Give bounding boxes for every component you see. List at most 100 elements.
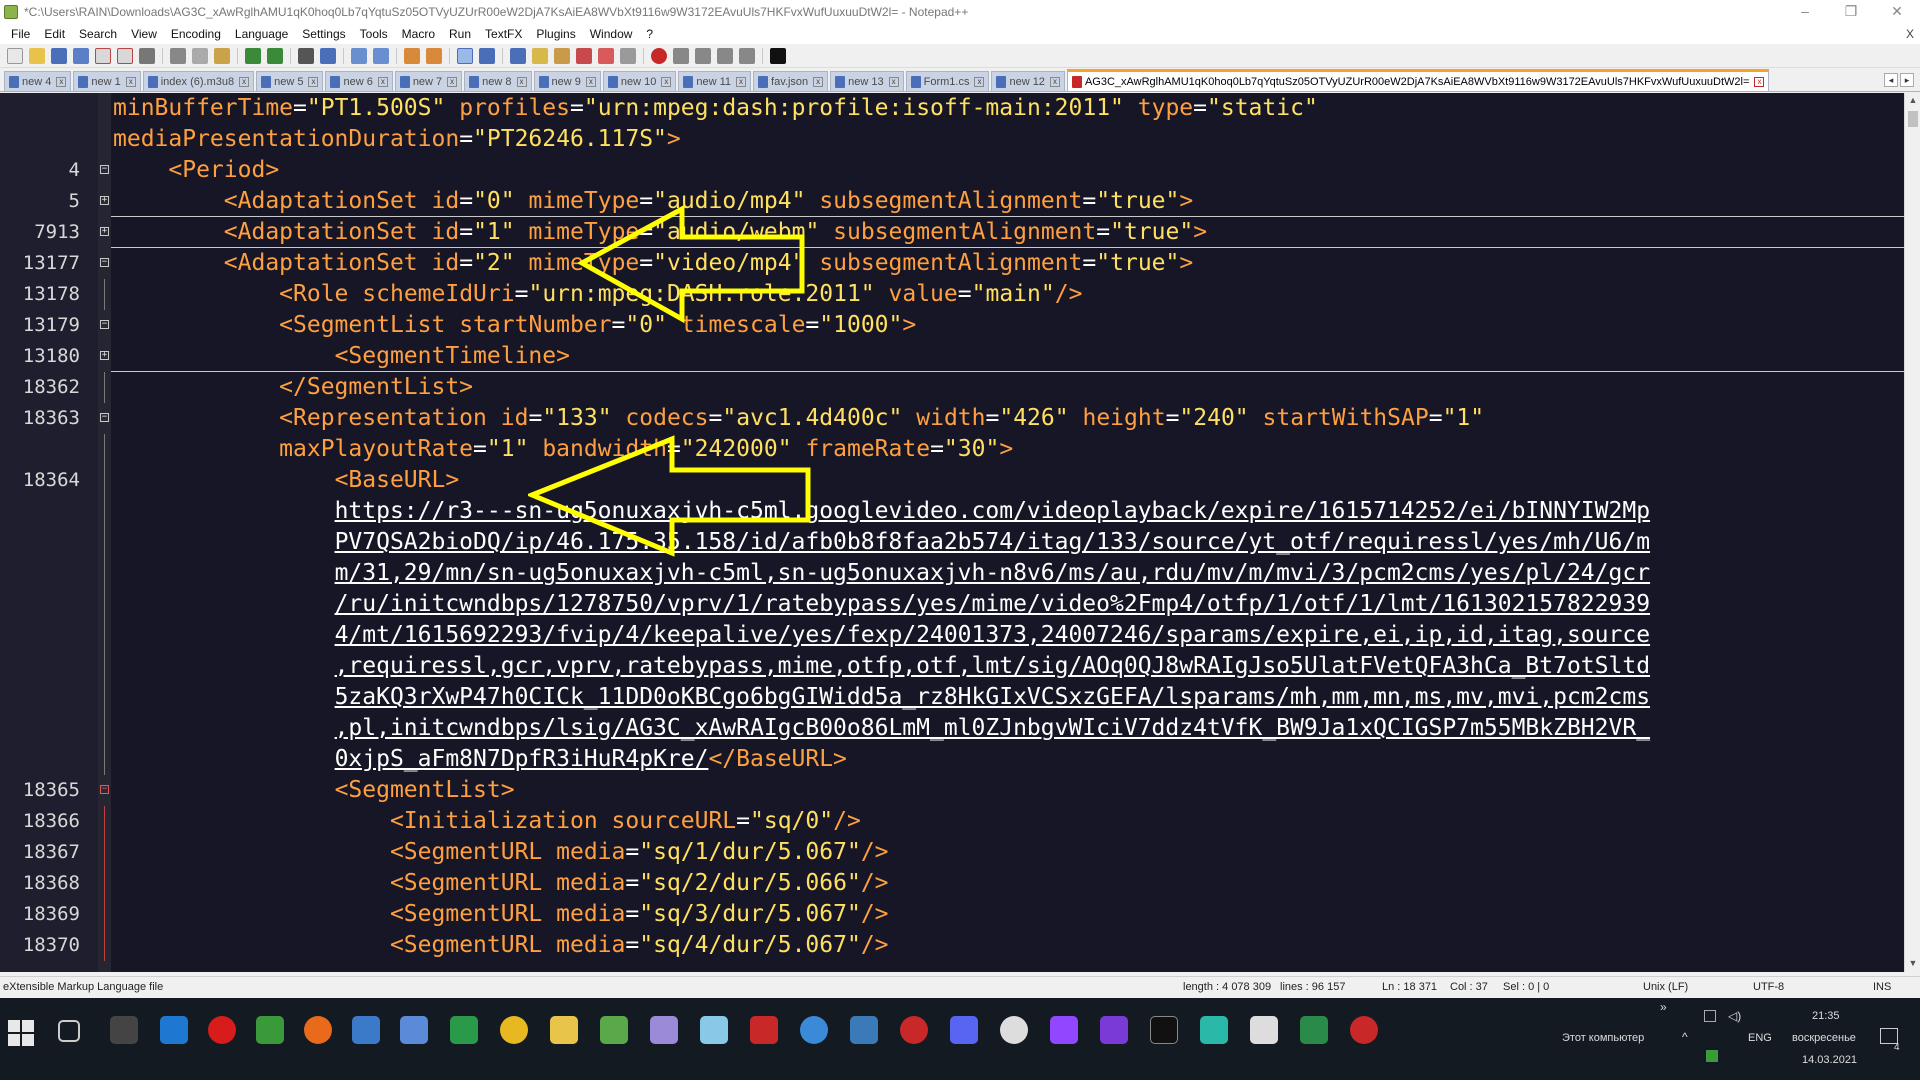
status-eol[interactable]: Unix (LF) xyxy=(1643,981,1688,993)
code-line[interactable]: https://r3---sn-ug5onuxaxjvh-c5ml.google… xyxy=(0,496,1904,527)
new-file-icon[interactable] xyxy=(7,47,23,64)
code-text[interactable]: <AdaptationSet id="0" mimeType="audio/mp… xyxy=(113,186,1193,217)
copy-icon[interactable] xyxy=(192,47,208,64)
code-line[interactable]: ,pl,initcwndbps/lsig/AG3C_xAwRAIgcB00o86… xyxy=(0,713,1904,744)
tab-new-4[interactable]: new 4 x xyxy=(4,71,72,91)
tab-close-icon[interactable]: x xyxy=(888,76,899,87)
terminal-icon[interactable] xyxy=(1150,1016,1178,1044)
close-file-icon[interactable] xyxy=(95,47,111,64)
code-line[interactable]: 18362 </SegmentList> xyxy=(0,372,1904,403)
code-text[interactable]: <Period> xyxy=(113,155,279,186)
tab-new-7[interactable]: new 7 x xyxy=(394,71,463,91)
tab-close-icon[interactable]: x xyxy=(813,76,824,87)
fold-collapse-icon[interactable]: − xyxy=(100,320,109,329)
code-text[interactable]: mediaPresentationDuration="PT26246.117S"… xyxy=(113,124,681,155)
code-text[interactable]: ,requiressl,gcr,vprv,ratebypass,mime,otf… xyxy=(113,651,1650,682)
media-app-icon[interactable] xyxy=(450,1016,478,1044)
code-text[interactable]: minBufferTime="PT1.500S" profiles="urn:m… xyxy=(113,93,1318,124)
close-button[interactable]: ✕ xyxy=(1874,0,1920,24)
code-line[interactable]: 18367 <SegmentURL media="sq/1/dur/5.067"… xyxy=(0,837,1904,868)
play-macro-icon[interactable] xyxy=(695,47,711,64)
fold-collapse-icon[interactable]: − xyxy=(100,413,109,422)
open-file-icon[interactable] xyxy=(29,47,45,64)
record-macro-icon[interactable] xyxy=(651,47,667,64)
tray-day[interactable]: воскресенье xyxy=(1792,1032,1856,1044)
code-line[interactable]: mediaPresentationDuration="PT26246.117S"… xyxy=(0,124,1904,155)
code-line[interactable]: PV7QSA2bioDQ/ip/46.175.35.158/id/afb0b8f… xyxy=(0,527,1904,558)
save-macro-icon[interactable] xyxy=(739,47,755,64)
tab-close-icon[interactable]: x xyxy=(125,76,136,87)
dx-app-icon[interactable] xyxy=(900,1016,928,1044)
code-line[interactable]: 18369 <SegmentURL media="sq/3/dur/5.067"… xyxy=(0,899,1904,930)
zoom-out-icon[interactable] xyxy=(373,47,389,64)
code-line[interactable]: 13177 − <AdaptationSet id="2" mimeType="v… xyxy=(0,248,1904,279)
discord-icon[interactable] xyxy=(950,1016,978,1044)
menu-edit[interactable]: Edit xyxy=(37,27,72,41)
windows-explorer-app-icon[interactable] xyxy=(160,1016,188,1044)
tab-close-icon[interactable]: x xyxy=(736,76,747,87)
print-icon[interactable] xyxy=(139,47,155,64)
tab-close-icon[interactable]: x xyxy=(1754,76,1765,87)
code-text[interactable]: <BaseURL> xyxy=(113,465,460,496)
calendar-app-icon[interactable] xyxy=(110,1016,138,1044)
tab-close-icon[interactable]: x xyxy=(661,76,672,87)
editor-pane[interactable]: minBufferTime="PT1.500S" profiles="urn:m… xyxy=(0,93,1920,972)
fold-collapse-icon[interactable]: − xyxy=(100,785,109,794)
code-text[interactable]: <AdaptationSet id="1" mimeType="audio/we… xyxy=(113,217,1207,248)
visual-studio-icon[interactable] xyxy=(1100,1016,1128,1044)
code-text[interactable]: <Initialization sourceURL="sq/0"/> xyxy=(113,806,861,837)
tab-new-10[interactable]: new 10 x xyxy=(602,71,677,91)
menu-textfx[interactable]: TextFX xyxy=(478,27,529,41)
code-line[interactable]: 18363 − <Representation id="133" codecs="… xyxy=(0,403,1904,434)
menu-encoding[interactable]: Encoding xyxy=(164,27,228,41)
menu-run[interactable]: Run xyxy=(442,27,478,41)
minimize-button[interactable]: – xyxy=(1782,0,1828,24)
code-line[interactable]: 5 + <AdaptationSet id="0" mimeType="audio… xyxy=(0,186,1904,217)
code-text[interactable]: 0xjpS_aFm8N7DpfR3iHuR4pKre/</BaseURL> xyxy=(113,744,847,775)
fold-collapse-icon[interactable]: − xyxy=(100,165,109,174)
monitoring-icon[interactable] xyxy=(620,47,636,64)
tab-close-icon[interactable]: x xyxy=(239,76,250,87)
code-line[interactable]: 7913 + <AdaptationSet id="1" mimeType="au… xyxy=(0,217,1904,248)
close-document-button[interactable]: X xyxy=(1899,27,1920,41)
tab-close-icon[interactable]: x xyxy=(516,76,527,87)
code-line[interactable]: ,requiressl,gcr,vprv,ratebypass,mime,otf… xyxy=(0,651,1904,682)
tray-date[interactable]: 14.03.2021 xyxy=(1802,1054,1857,1066)
rx-app-icon[interactable] xyxy=(1350,1016,1378,1044)
network-app-icon[interactable] xyxy=(400,1016,428,1044)
code-line[interactable]: maxPlayoutRate="1" bandwidth="242000" fr… xyxy=(0,434,1904,465)
vpn-icon[interactable] xyxy=(1200,1016,1228,1044)
tab-close-icon[interactable]: x xyxy=(1049,76,1060,87)
tab-form1-cs[interactable]: Form1.cs x xyxy=(905,71,990,91)
code-text[interactable]: <SegmentList startNumber="0" timescale="… xyxy=(113,310,916,341)
code-text[interactable]: <Representation id="133" codecs="avc1.4d… xyxy=(113,403,1484,434)
pen-app-icon[interactable] xyxy=(700,1016,728,1044)
code-line[interactable]: m/31,29/mn/sn-ug5onuxaxjvh-c5ml,sn-ug5on… xyxy=(0,558,1904,589)
tab-close-icon[interactable]: x xyxy=(974,76,985,87)
menu-window[interactable]: Window xyxy=(583,27,640,41)
save-all-icon[interactable] xyxy=(73,47,89,64)
tab-new-5[interactable]: new 5 x xyxy=(256,71,324,91)
tab-new-6[interactable]: new 6 x xyxy=(325,71,393,91)
status-insert-mode[interactable]: INS xyxy=(1873,981,1891,993)
code-text[interactable]: <AdaptationSet id="2" mimeType="video/mp… xyxy=(113,248,1193,279)
stop-macro-icon[interactable] xyxy=(673,47,689,64)
scroll-up-icon[interactable]: ▲ xyxy=(1907,95,1919,107)
code-line[interactable]: 18364 <BaseURL> xyxy=(0,465,1904,496)
find-icon[interactable] xyxy=(298,47,314,64)
tab-new-1[interactable]: new 1 x xyxy=(73,71,141,91)
tray-computer-label[interactable]: Этот компьютер xyxy=(1562,1032,1644,1044)
code-line[interactable]: 0xjpS_aFm8N7DpfR3iHuR4pKre/</BaseURL> xyxy=(0,744,1904,775)
function-list-icon[interactable] xyxy=(576,47,592,64)
tab-close-icon[interactable]: x xyxy=(447,76,458,87)
tray-overflow-icon[interactable]: » xyxy=(1660,1000,1667,1014)
code-line[interactable]: 18366 <Initialization sourceURL="sq/0"/> xyxy=(0,806,1904,837)
code-text[interactable]: <SegmentList> xyxy=(113,775,515,806)
menu-help[interactable]: ? xyxy=(639,27,660,41)
flash-app-icon[interactable] xyxy=(750,1016,778,1044)
tab-fav-json[interactable]: fav.json x xyxy=(753,71,829,91)
code-line[interactable]: 18368 <SegmentURL media="sq/2/dur/5.066"… xyxy=(0,868,1904,899)
notepadpp-taskbar-icon[interactable] xyxy=(256,1016,284,1044)
tray-volume-icon[interactable]: ◁) xyxy=(1728,1009,1741,1023)
tray-network-icon[interactable] xyxy=(1704,1010,1716,1022)
